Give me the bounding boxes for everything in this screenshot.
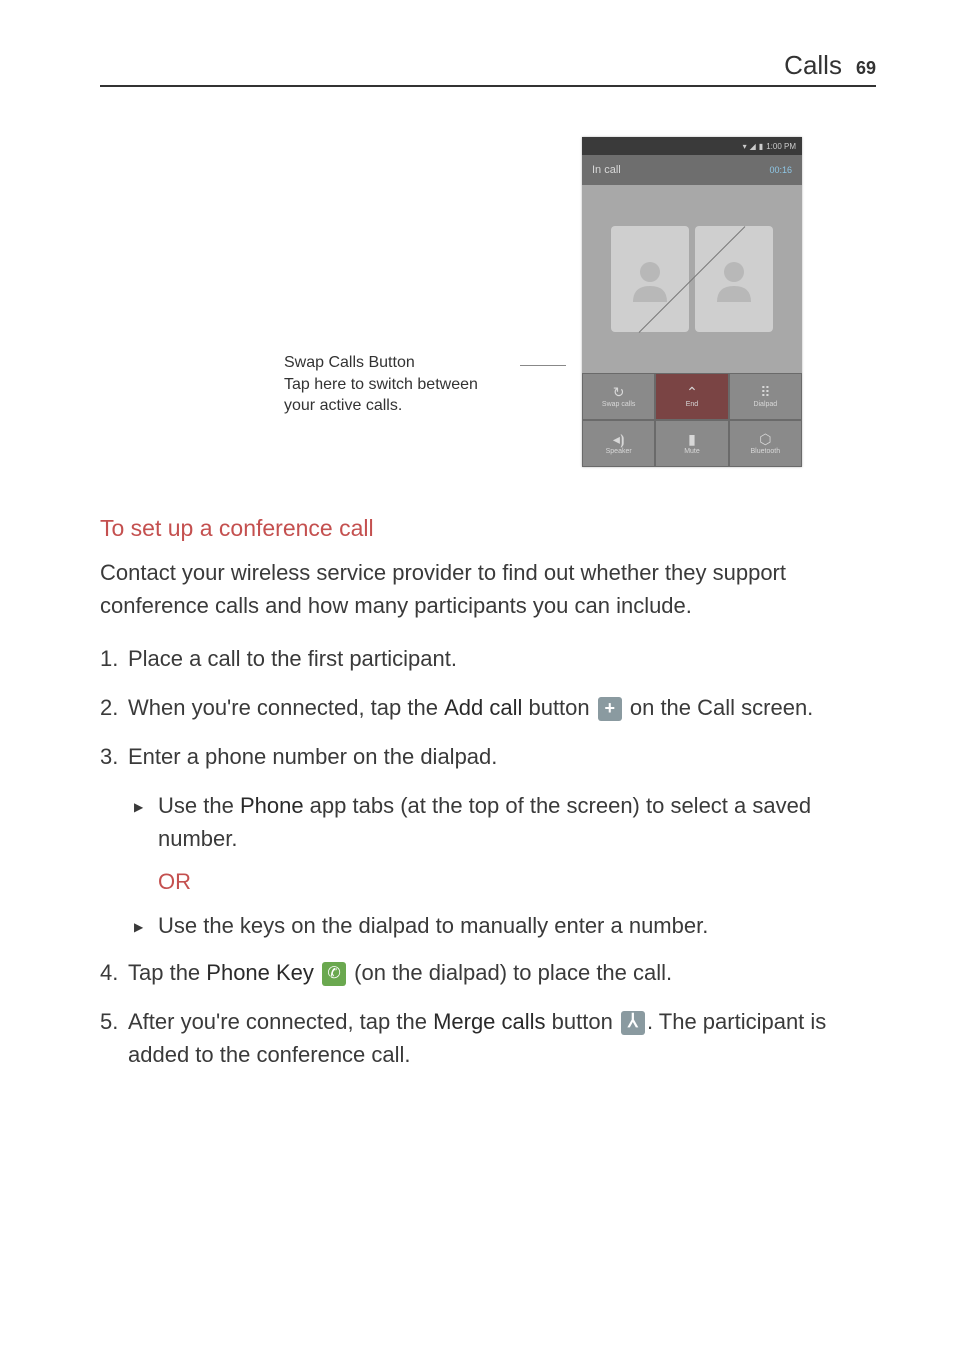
step-3: Enter a phone number on the dialpad.	[100, 740, 876, 773]
phone-buttons-row-2: ◂⦘ Speaker ▮ Mute ⬡ Bluetooth	[582, 420, 802, 467]
step-4: Tap the Phone Key (on the dialpad) to pl…	[100, 956, 876, 989]
step-4-b	[314, 960, 320, 985]
step-3-text: Enter a phone number on the dialpad.	[128, 744, 497, 769]
swap-calls-button[interactable]: ↻ Swap calls	[582, 373, 655, 420]
callout-label: Swap Calls Button Tap here to switch bet…	[284, 352, 504, 417]
wifi-icon: ▾	[743, 142, 747, 151]
step-5-b: button	[546, 1009, 619, 1034]
mute-label: Mute	[684, 448, 700, 455]
step-3-bullet-1: Use the Phone app tabs (at the top of th…	[100, 789, 876, 855]
bullet2-text: Use the keys on the dialpad to manually …	[158, 913, 708, 938]
callout-title: Swap Calls Button	[284, 352, 504, 374]
end-label: End	[686, 401, 698, 408]
phone-key-icon	[322, 962, 346, 986]
add-call-icon	[598, 697, 622, 721]
step-2-text-c: on the Call screen.	[624, 695, 814, 720]
bullet1-a: Use the	[158, 793, 240, 818]
bullet1-bold: Phone	[240, 793, 304, 818]
mute-icon: ▮	[688, 432, 696, 446]
step-2-bold: Add call	[444, 695, 522, 720]
step-5: After you're connected, tap the Merge ca…	[100, 1005, 876, 1071]
call-timer: 00:16	[769, 165, 792, 175]
speaker-button[interactable]: ◂⦘ Speaker	[582, 420, 655, 467]
header-page-number: 69	[856, 58, 876, 79]
person-icon	[625, 254, 675, 304]
header-section-title: Calls	[784, 50, 842, 81]
dialpad-icon: ⠿	[760, 385, 770, 399]
bluetooth-button[interactable]: ⬡ Bluetooth	[729, 420, 802, 467]
step-4-c: (on the dialpad) to place the call.	[348, 960, 672, 985]
step-4-a: Tap the	[128, 960, 206, 985]
phone-buttons-row-1: ↻ Swap calls ⌃ End ⠿ Dialpad	[582, 373, 802, 420]
speaker-label: Speaker	[606, 448, 632, 455]
in-call-label: In call	[592, 164, 621, 176]
step-2-text-a: When you're connected, tap the	[128, 695, 444, 720]
merge-calls-icon	[621, 1011, 645, 1035]
bluetooth-label: Bluetooth	[751, 448, 781, 455]
avatars-area	[582, 185, 802, 373]
speaker-icon: ◂⦘	[613, 432, 625, 446]
step-2: When you're connected, tap the Add call …	[100, 691, 876, 724]
step-1: Place a call to the first participant.	[100, 642, 876, 675]
step-2-text-b: button	[522, 695, 595, 720]
dialpad-button[interactable]: ⠿ Dialpad	[729, 373, 802, 420]
signal-icon: ◢	[750, 142, 756, 151]
step-4-bold: Phone Key	[206, 960, 314, 985]
end-icon: ⌃	[686, 385, 698, 399]
step-5-a: After you're connected, tap the	[128, 1009, 433, 1034]
callout-description: Tap here to switch between your active c…	[284, 374, 504, 417]
step-5-bold: Merge calls	[433, 1009, 545, 1034]
end-call-button[interactable]: ⌃ End	[655, 373, 728, 420]
caller-avatar-2	[695, 226, 773, 332]
callout-connector-line	[520, 365, 566, 366]
bluetooth-icon: ⬡	[759, 432, 771, 446]
step-3-bullet-2: Use the keys on the dialpad to manually …	[100, 909, 876, 942]
swap-label: Swap calls	[602, 401, 635, 408]
caller-avatar-1	[611, 226, 689, 332]
steps-list-cont: Tap the Phone Key (on the dialpad) to pl…	[100, 956, 876, 1071]
step-1-text: Place a call to the first participant.	[128, 646, 457, 671]
in-call-bar: In call 00:16	[582, 155, 802, 185]
phone-status-bar: ▾ ◢ ▮ 1:00 PM	[582, 137, 802, 155]
steps-list: Place a call to the first participant. W…	[100, 642, 876, 773]
status-time: 1:00 PM	[766, 142, 796, 151]
person-icon	[709, 254, 759, 304]
swap-icon: ↻	[613, 385, 625, 399]
dialpad-label: Dialpad	[753, 401, 777, 408]
phone-screenshot: ▾ ◢ ▮ 1:00 PM In call 00:16 ↻ Swap calls…	[582, 137, 802, 467]
page-header: Calls 69	[100, 50, 876, 87]
intro-paragraph: Contact your wireless service provider t…	[100, 556, 876, 622]
mute-button[interactable]: ▮ Mute	[655, 420, 728, 467]
or-divider: OR	[158, 869, 876, 895]
section-heading: To set up a conference call	[100, 515, 876, 542]
battery-icon: ▮	[759, 142, 763, 151]
figure-area: Swap Calls Button Tap here to switch bet…	[210, 137, 876, 467]
